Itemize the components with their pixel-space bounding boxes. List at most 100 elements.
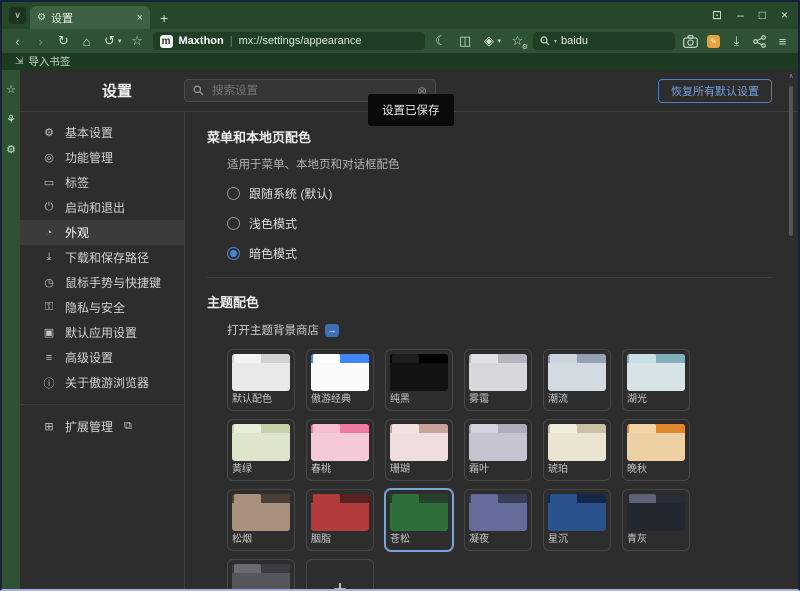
sidebar-item-extensions[interactable]: ⊞ 扩展管理 ⧉	[20, 414, 184, 439]
theme-tile-14[interactable]: 苍松	[385, 489, 453, 551]
share-icon[interactable]	[753, 35, 766, 48]
theme-tile-9[interactable]: 霜叶	[464, 419, 532, 481]
quick-search-box[interactable]: ▾ baidu	[533, 32, 675, 50]
home-button[interactable]: ⌂	[79, 34, 94, 49]
theme-name: 珊瑚	[390, 464, 448, 476]
import-bookmarks-button[interactable]: 导入书签	[28, 54, 70, 69]
theme-swatch	[469, 354, 527, 391]
color-mode-option-1[interactable]: 浅色模式	[227, 215, 772, 232]
sidebar-item-advanced[interactable]: ≡ 高级设置	[20, 345, 184, 370]
theme-tile-18[interactable]: 暗夜	[227, 559, 295, 589]
theme-swatch	[311, 424, 369, 461]
sidebar-item-label: 默认应用设置	[65, 324, 137, 341]
lock-icon: ⚿	[42, 301, 56, 314]
favorites-manager-button[interactable]: ☆ ⚙	[510, 33, 525, 49]
theme-tile-11[interactable]: 晚秋	[622, 419, 690, 481]
split-screen-icon[interactable]: ◫	[457, 33, 472, 49]
theme-tile-4[interactable]: 潮流	[543, 349, 611, 411]
sidebar-item-label: 扩展管理	[65, 418, 113, 435]
theme-tile-15[interactable]: 凝夜	[464, 489, 532, 551]
sidebar-item-about[interactable]: ⓘ 关于傲游浏览器	[20, 370, 184, 395]
theme-tile-12[interactable]: 松烟	[227, 489, 295, 551]
radio-icon[interactable]	[227, 217, 240, 230]
sidebar-item-privacy[interactable]: ⚿ 隐私与安全	[20, 295, 184, 320]
swatch-tab	[629, 494, 656, 503]
radio-label: 暗色模式	[249, 245, 297, 262]
section-divider	[207, 277, 772, 278]
theme-store-row: 打开主题背景商店 →	[227, 322, 772, 338]
read-aloud-icon[interactable]: ☾	[433, 33, 448, 49]
back-button[interactable]: ‹	[10, 34, 25, 49]
theme-tile-13[interactable]: 胭脂	[306, 489, 374, 551]
mini-program-icon: ◈	[481, 33, 496, 49]
maxnote-icon[interactable]: ✎	[707, 35, 720, 48]
titlebar: ∨ ⚙ 设置 × + ⊡ – □ ×	[2, 2, 798, 29]
theme-tile-7[interactable]: 春桃	[306, 419, 374, 481]
swatch-tab	[392, 494, 419, 503]
sidebar-item-appearance[interactable]: ◔ 外观	[20, 220, 184, 245]
chevron-down-icon[interactable]: ▾	[554, 38, 557, 45]
brand-label: Maxthon	[179, 35, 224, 47]
tab-title: 设置	[51, 10, 132, 26]
pencil-icon: ✎	[710, 37, 717, 46]
undo-button[interactable]: ↺ ▾	[102, 33, 122, 49]
maximize-button[interactable]: □	[759, 8, 766, 22]
theme-tile-0[interactable]: 默认配色	[227, 349, 295, 411]
maxnote-flower-icon[interactable]: ⚘	[6, 113, 16, 126]
close-button[interactable]: ×	[781, 8, 788, 22]
radio-icon[interactable]	[227, 247, 240, 260]
theme-tile-6[interactable]: 黄绿	[227, 419, 295, 481]
tab-close-icon[interactable]: ×	[137, 12, 143, 24]
toolbar: ‹ › ↻ ⌂ ↺ ▾ ☆ m Maxthon | mx://settings/…	[2, 29, 798, 53]
star-icon[interactable]: ☆	[6, 83, 16, 96]
radio-label: 跟随系统 (默认)	[249, 185, 332, 202]
sidebar-item-basic[interactable]: ⚙ 基本设置	[20, 120, 184, 145]
minimize-button[interactable]: –	[737, 8, 744, 22]
tab-list-button[interactable]: ∨	[9, 7, 26, 24]
sidebar-item-downloads[interactable]: ⤓ 下载和保存路径	[20, 245, 184, 270]
theme-store-link[interactable]: 打开主题背景商店	[227, 322, 319, 338]
chevron-down-icon[interactable]: ▾	[118, 37, 122, 45]
boss-key-icon[interactable]: ⊡	[712, 8, 722, 22]
download-icon[interactable]: ⤓	[729, 33, 744, 49]
tab-settings[interactable]: ⚙ 设置 ×	[30, 6, 150, 29]
theme-tile-5[interactable]: 湖光	[622, 349, 690, 411]
open-store-icon[interactable]: →	[325, 324, 339, 337]
radio-icon[interactable]	[227, 187, 240, 200]
search-icon	[540, 36, 550, 46]
mini-program-button[interactable]: ◈ ▾	[481, 33, 501, 49]
theme-name: 晚秋	[627, 464, 685, 476]
color-mode-option-2[interactable]: 暗色模式	[227, 245, 772, 262]
radio-label: 浅色模式	[249, 215, 297, 232]
theme-tile-16[interactable]: 星沉	[543, 489, 611, 551]
theme-tile-2[interactable]: 纯黑	[385, 349, 453, 411]
swatch-tab	[234, 424, 261, 433]
theme-tile-17[interactable]: 青灰	[622, 489, 690, 551]
swatch-tab	[471, 424, 498, 433]
forward-button[interactable]: ›	[33, 34, 48, 49]
sidebar-item-gestures[interactable]: ◷ 鼠标手势与快捷键	[20, 270, 184, 295]
sidebar-item-features[interactable]: ◎ 功能管理	[20, 145, 184, 170]
new-tab-button[interactable]: +	[160, 11, 168, 25]
color-mode-option-0[interactable]: 跟随系统 (默认)	[227, 185, 772, 202]
main-menu-icon[interactable]: ≡	[775, 34, 790, 49]
sidebar-item-default-apps[interactable]: ▣ 默认应用设置	[20, 320, 184, 345]
scrollbar-thumb[interactable]	[789, 86, 793, 236]
theme-tile-10[interactable]: 琥珀	[543, 419, 611, 481]
add-theme-tile[interactable]: +	[306, 559, 374, 589]
sidebar-item-startup[interactable]: ⏻ 启动和退出	[20, 195, 184, 220]
screenshot-camera-icon[interactable]	[683, 35, 698, 48]
theme-tile-1[interactable]: 傲游经典	[306, 349, 374, 411]
restore-defaults-button[interactable]: 恢复所有默认设置	[658, 79, 772, 103]
theme-name: 默认配色	[232, 394, 290, 406]
scroll-up-icon[interactable]: ∧	[788, 73, 793, 81]
theme-tile-3[interactable]: 雾霭	[464, 349, 532, 411]
sidebar-item-label: 外观	[65, 224, 89, 241]
add-favorite-button[interactable]: ☆	[130, 33, 145, 49]
theme-tile-8[interactable]: 珊瑚	[385, 419, 453, 481]
address-bar[interactable]: m Maxthon | mx://settings/appearance	[153, 32, 426, 50]
refresh-button[interactable]: ↻	[56, 33, 71, 49]
scrollbar[interactable]: ∧	[786, 73, 796, 586]
gear-icon[interactable]: ⚙	[6, 143, 16, 156]
sidebar-item-tabs[interactable]: ▭ 标签	[20, 170, 184, 195]
